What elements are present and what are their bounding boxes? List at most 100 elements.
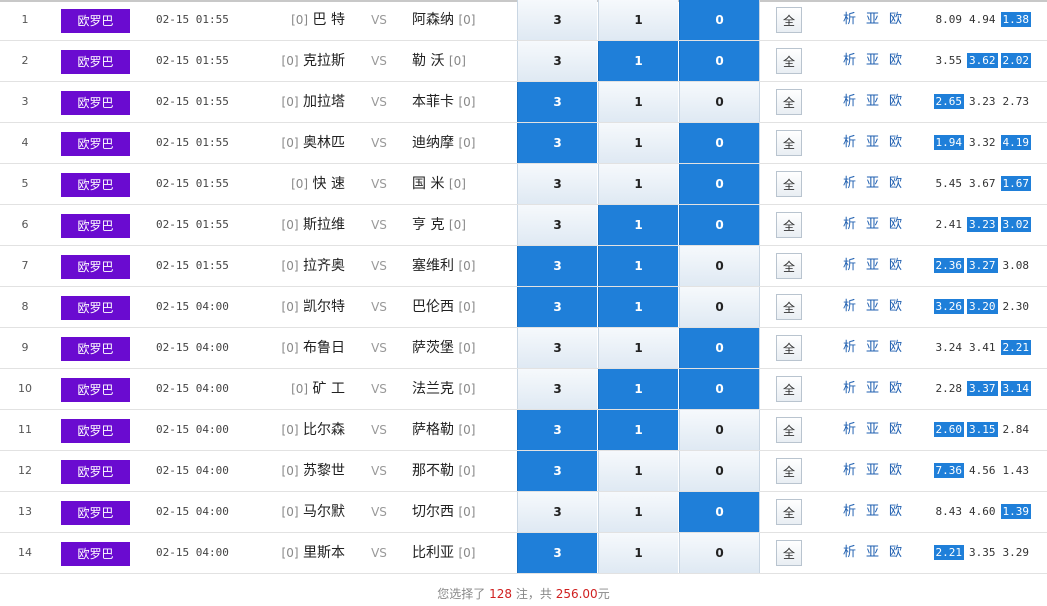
odds-value[interactable]: 3.27 [967, 258, 998, 273]
euro-odds-link[interactable]: 欧 [889, 381, 902, 396]
asian-odds-link[interactable]: 亚 [866, 94, 879, 109]
asian-odds-link[interactable]: 亚 [866, 545, 879, 560]
asian-odds-link[interactable]: 亚 [866, 463, 879, 478]
odds-value[interactable]: 3.14 [1000, 381, 1031, 396]
odds-value[interactable]: 3.23 [967, 217, 998, 232]
league-badge[interactable]: 欧罗巴 [61, 542, 130, 566]
odds-value[interactable]: 3.29 [1001, 545, 1032, 560]
analysis-link[interactable]: 析 [843, 12, 856, 27]
analysis-link[interactable]: 析 [843, 422, 856, 437]
league-badge[interactable]: 欧罗巴 [61, 378, 130, 402]
analysis-link[interactable]: 析 [843, 176, 856, 191]
asian-odds-link[interactable]: 亚 [866, 258, 879, 273]
odds-value[interactable]: 3.62 [967, 53, 998, 68]
euro-odds-link[interactable]: 欧 [889, 135, 902, 150]
odds-value[interactable]: 2.41 [934, 217, 965, 232]
analysis-link[interactable]: 析 [843, 340, 856, 355]
analysis-link[interactable]: 析 [843, 504, 856, 519]
odds-value[interactable]: 3.26 [933, 299, 964, 314]
odds-value[interactable]: 4.60 [967, 504, 998, 519]
select-all-button[interactable]: 全 [776, 89, 802, 115]
odds-value[interactable]: 1.67 [1000, 176, 1031, 191]
odds-value[interactable]: 2.36 [933, 258, 964, 273]
analysis-link[interactable]: 析 [843, 463, 856, 478]
option-lose-button[interactable]: 0 [679, 451, 760, 491]
select-all-button[interactable]: 全 [776, 540, 802, 566]
euro-odds-link[interactable]: 欧 [889, 258, 902, 273]
analysis-link[interactable]: 析 [843, 94, 856, 109]
euro-odds-link[interactable]: 欧 [889, 217, 902, 232]
select-all-button[interactable]: 全 [776, 48, 802, 74]
option-lose-button[interactable]: 0 [679, 205, 760, 245]
odds-value[interactable]: 8.43 [934, 504, 965, 519]
option-draw-button[interactable]: 1 [598, 492, 678, 532]
option-lose-button[interactable]: 0 [679, 0, 760, 40]
odds-value[interactable]: 2.21 [933, 545, 964, 560]
odds-value[interactable]: 2.21 [1000, 340, 1031, 355]
option-draw-button[interactable]: 1 [598, 41, 678, 81]
option-lose-button[interactable]: 0 [679, 328, 760, 368]
asian-odds-link[interactable]: 亚 [866, 422, 879, 437]
option-draw-button[interactable]: 1 [598, 410, 678, 450]
odds-value[interactable]: 3.41 [967, 340, 998, 355]
select-all-button[interactable]: 全 [776, 7, 802, 33]
option-win-button[interactable]: 3 [517, 492, 597, 532]
league-badge[interactable]: 欧罗巴 [61, 132, 130, 156]
asian-odds-link[interactable]: 亚 [866, 176, 879, 191]
analysis-link[interactable]: 析 [843, 299, 856, 314]
option-draw-button[interactable]: 1 [598, 369, 678, 409]
select-all-button[interactable]: 全 [776, 212, 802, 238]
odds-value[interactable]: 3.67 [967, 176, 998, 191]
odds-value[interactable]: 3.55 [934, 53, 965, 68]
option-win-button[interactable]: 3 [517, 533, 597, 573]
euro-odds-link[interactable]: 欧 [889, 340, 902, 355]
odds-value[interactable]: 3.37 [967, 381, 998, 396]
odds-value[interactable]: 7.36 [933, 463, 964, 478]
odds-value[interactable]: 1.39 [1000, 504, 1031, 519]
league-badge[interactable]: 欧罗巴 [61, 501, 130, 525]
option-lose-button[interactable]: 0 [679, 492, 760, 532]
option-win-button[interactable]: 3 [517, 246, 597, 286]
odds-value[interactable]: 3.32 [967, 135, 998, 150]
league-badge[interactable]: 欧罗巴 [61, 91, 130, 115]
odds-value[interactable]: 3.35 [967, 545, 998, 560]
option-lose-button[interactable]: 0 [679, 369, 760, 409]
odds-value[interactable]: 2.73 [1001, 94, 1032, 109]
option-win-button[interactable]: 3 [517, 123, 597, 163]
odds-value[interactable]: 3.23 [967, 94, 998, 109]
option-lose-button[interactable]: 0 [679, 287, 760, 327]
odds-value[interactable]: 4.94 [967, 12, 998, 27]
option-win-button[interactable]: 3 [517, 41, 597, 81]
option-win-button[interactable]: 3 [517, 82, 597, 122]
option-draw-button[interactable]: 1 [598, 246, 678, 286]
select-all-button[interactable]: 全 [776, 130, 802, 156]
select-all-button[interactable]: 全 [776, 171, 802, 197]
odds-value[interactable]: 3.20 [967, 299, 998, 314]
euro-odds-link[interactable]: 欧 [889, 545, 902, 560]
odds-value[interactable]: 2.60 [933, 422, 964, 437]
odds-value[interactable]: 3.08 [1001, 258, 1032, 273]
league-badge[interactable]: 欧罗巴 [61, 173, 130, 197]
odds-value[interactable]: 5.45 [934, 176, 965, 191]
odds-value[interactable]: 1.38 [1000, 12, 1031, 27]
euro-odds-link[interactable]: 欧 [889, 176, 902, 191]
option-draw-button[interactable]: 1 [598, 0, 678, 40]
asian-odds-link[interactable]: 亚 [866, 12, 879, 27]
league-badge[interactable]: 欧罗巴 [61, 214, 130, 238]
league-badge[interactable]: 欧罗巴 [61, 255, 130, 279]
select-all-button[interactable]: 全 [776, 376, 802, 402]
euro-odds-link[interactable]: 欧 [889, 53, 902, 68]
select-all-button[interactable]: 全 [776, 335, 802, 361]
league-badge[interactable]: 欧罗巴 [61, 296, 130, 320]
option-draw-button[interactable]: 1 [598, 123, 678, 163]
option-win-button[interactable]: 3 [517, 410, 597, 450]
option-draw-button[interactable]: 1 [598, 205, 678, 245]
euro-odds-link[interactable]: 欧 [889, 94, 902, 109]
league-badge[interactable]: 欧罗巴 [61, 460, 130, 484]
option-draw-button[interactable]: 1 [598, 287, 678, 327]
option-win-button[interactable]: 3 [517, 369, 597, 409]
option-win-button[interactable]: 3 [517, 287, 597, 327]
league-badge[interactable]: 欧罗巴 [61, 337, 130, 361]
odds-value[interactable]: 1.94 [933, 135, 964, 150]
option-lose-button[interactable]: 0 [679, 410, 760, 450]
